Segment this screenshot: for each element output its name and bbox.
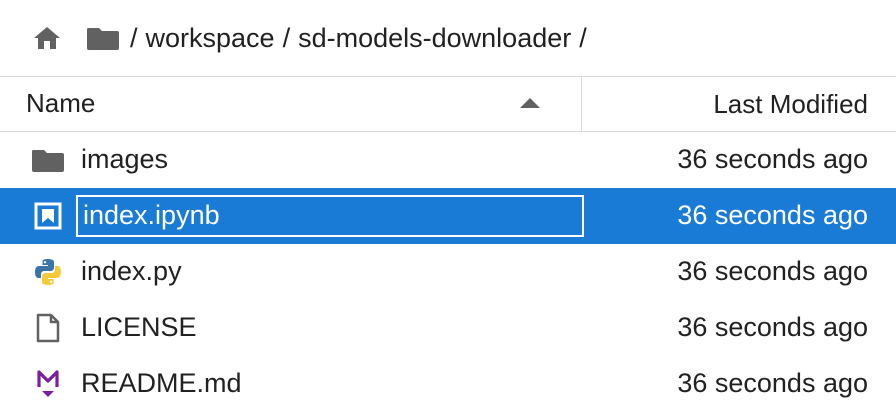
rename-input-value: index.ipynb	[83, 200, 220, 230]
breadcrumb-separator: /	[130, 22, 138, 53]
markdown-icon	[30, 368, 66, 400]
home-icon[interactable]	[32, 23, 62, 53]
last-modified-column-header[interactable]: Last Modified	[713, 89, 868, 120]
file-row-images[interactable]: images 36 seconds ago	[0, 132, 896, 188]
file-name: LICENSE	[81, 312, 197, 342]
file-modified: 36 seconds ago	[677, 256, 868, 286]
file-list: images 36 seconds ago index.ipynb 36 sec…	[0, 132, 896, 412]
name-column-header[interactable]: Name	[0, 77, 582, 131]
sort-ascending-icon	[520, 98, 540, 108]
folder-icon	[30, 144, 66, 176]
breadcrumb-sd-models-downloader[interactable]: sd-models-downloader	[298, 23, 571, 54]
file-row-readme[interactable]: README.md 36 seconds ago	[0, 356, 896, 412]
file-modified: 36 seconds ago	[677, 200, 868, 230]
file-icon	[30, 312, 66, 344]
file-row-license[interactable]: LICENSE 36 seconds ago	[0, 300, 896, 356]
file-name: README.md	[81, 368, 242, 398]
breadcrumb-separator: /	[282, 22, 291, 53]
file-modified: 36 seconds ago	[677, 144, 868, 174]
file-row-index-ipynb[interactable]: index.ipynb 36 seconds ago	[0, 188, 896, 244]
file-list-header: Name Last Modified	[0, 76, 896, 132]
python-icon	[30, 256, 66, 288]
breadcrumb: / workspace / sd-models-downloader /	[0, 0, 896, 76]
rename-input[interactable]: index.ipynb	[76, 195, 584, 237]
file-modified: 36 seconds ago	[677, 312, 868, 342]
file-modified: 36 seconds ago	[677, 368, 868, 398]
breadcrumb-separator: /	[579, 22, 587, 53]
file-name: index.py	[81, 256, 182, 286]
file-row-index-py[interactable]: index.py 36 seconds ago	[0, 244, 896, 300]
file-name: images	[81, 144, 169, 174]
notebook-icon	[30, 200, 66, 232]
folder-icon[interactable]	[84, 23, 122, 53]
name-column-label: Name	[26, 88, 96, 118]
breadcrumb-workspace[interactable]: workspace	[146, 23, 275, 54]
